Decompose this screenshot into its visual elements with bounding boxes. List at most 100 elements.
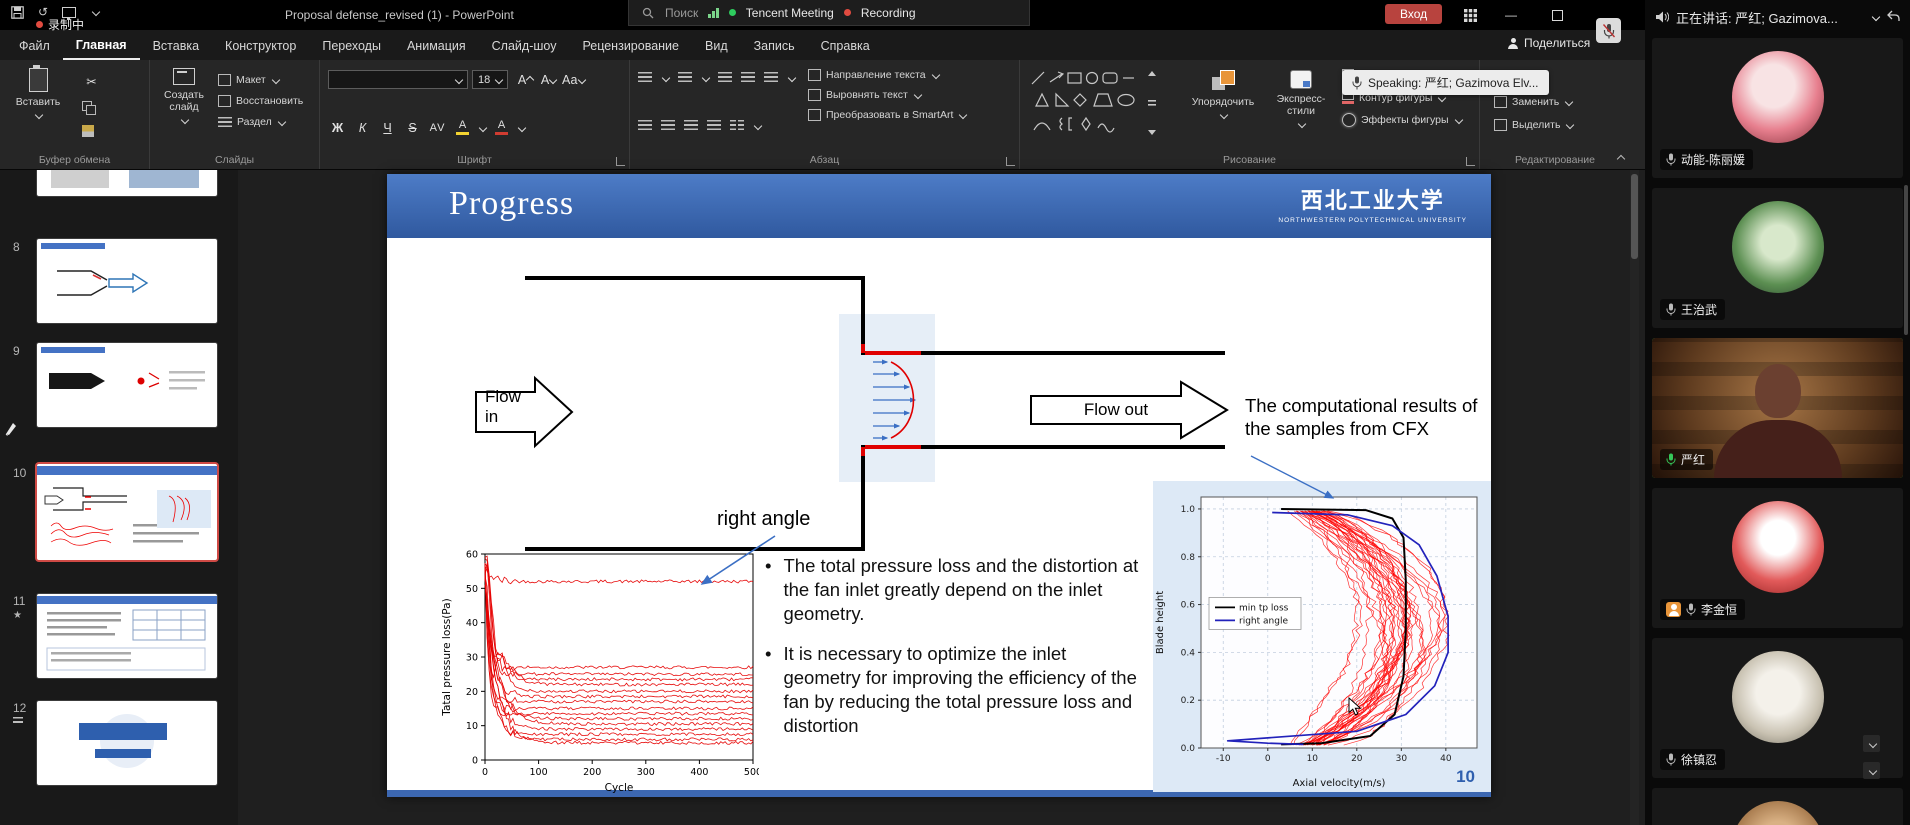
blade-profile-chart-panel[interactable]: -100102030400.00.20.40.60.81.0Axial velo… xyxy=(1153,481,1491,792)
shrink-font-button[interactable]: А xyxy=(539,70,558,89)
slide-thumbnail-10-selected[interactable] xyxy=(37,464,217,560)
minimize-button[interactable]: — xyxy=(1496,6,1526,24)
decrease-indent-icon[interactable] xyxy=(718,72,732,83)
bullets-icon[interactable] xyxy=(638,72,652,83)
tab-insert[interactable]: Вставка xyxy=(140,32,212,60)
tab-review[interactable]: Рецензирование xyxy=(569,32,692,60)
align-text-button[interactable]: Выровнять текст xyxy=(808,89,966,101)
replace-button[interactable]: Заменить xyxy=(1494,96,1573,108)
format-painter-icon[interactable] xyxy=(82,125,94,137)
italic-button[interactable]: К xyxy=(353,118,372,137)
font-size-combo[interactable]: 18 xyxy=(472,70,508,89)
align-left-icon[interactable] xyxy=(638,120,652,131)
participant-tile-5[interactable]: 徐镇忍 xyxy=(1652,638,1903,778)
tab-slideshow[interactable]: Слайд-шоу xyxy=(479,32,570,60)
apps-grid-icon[interactable] xyxy=(1455,6,1485,24)
flow-out-label[interactable]: Flow out xyxy=(1051,400,1181,420)
collapse-ribbon-chevron-icon[interactable] xyxy=(1616,150,1624,164)
line-spacing-icon[interactable] xyxy=(764,72,778,83)
slide-thumbnail-7-partial[interactable] xyxy=(37,170,217,196)
svg-text:0: 0 xyxy=(472,756,478,767)
tab-home[interactable]: Главная xyxy=(63,32,140,60)
editor-scrollbar-thumb[interactable] xyxy=(1631,174,1638,259)
strikethrough-button[interactable]: S xyxy=(403,118,422,137)
text-direction-button[interactable]: Направление текста xyxy=(808,69,966,81)
participant-tile-4[interactable]: 李金恒 xyxy=(1652,488,1903,628)
slide-thumbnail-8[interactable] xyxy=(37,239,217,323)
copy-icon[interactable] xyxy=(82,101,96,115)
slide-thumbnail-11[interactable] xyxy=(37,594,217,678)
tab-animations[interactable]: Анимация xyxy=(394,32,479,60)
mic-muted-icon[interactable] xyxy=(1596,18,1621,43)
avatar xyxy=(1732,51,1824,143)
participant-tile-6-partial[interactable] xyxy=(1652,788,1903,825)
share-button[interactable]: Поделиться xyxy=(1508,36,1590,50)
cut-icon[interactable]: ✂ xyxy=(82,72,101,91)
new-slide-button[interactable]: Создать слайд xyxy=(156,68,212,123)
slide-thumbnail-9[interactable] xyxy=(37,343,217,427)
change-case-button[interactable]: Аа xyxy=(562,70,585,89)
panel-scrollbar-thumb[interactable] xyxy=(1904,185,1908,335)
right-angle-label[interactable]: right angle xyxy=(717,508,810,531)
mic-icon xyxy=(1666,753,1676,766)
reset-button[interactable]: Восстановить xyxy=(218,95,303,107)
scroll-down-chevron-icon[interactable] xyxy=(1863,762,1880,779)
meeting-status-dot-icon xyxy=(729,9,736,16)
bold-button[interactable]: Ж xyxy=(328,118,347,137)
slide-title[interactable]: Progress xyxy=(449,185,574,223)
align-right-icon[interactable] xyxy=(684,120,698,131)
slide-thumbnail-12[interactable] xyxy=(37,701,217,785)
scroll-down-chevron-icon[interactable] xyxy=(1863,735,1880,752)
mic-icon xyxy=(1352,76,1362,90)
tab-record[interactable]: Запись xyxy=(741,32,808,60)
character-spacing-button[interactable]: AV xyxy=(428,118,447,137)
participant-tile-3-speaking[interactable]: 严红 xyxy=(1652,338,1903,478)
save-icon[interactable] xyxy=(10,5,24,19)
tab-help[interactable]: Справка xyxy=(808,32,883,60)
paste-button[interactable]: Вставить xyxy=(12,68,64,118)
svg-text:300: 300 xyxy=(637,767,655,778)
highlight-color-button[interactable]: А xyxy=(453,118,472,137)
grow-font-button[interactable]: А xyxy=(516,70,535,89)
tab-design[interactable]: Конструктор xyxy=(212,32,309,60)
meeting-recording-label[interactable]: Recording xyxy=(861,6,916,20)
columns-icon[interactable] xyxy=(730,120,744,131)
increase-indent-icon[interactable] xyxy=(741,72,755,83)
numbering-icon[interactable] xyxy=(678,72,692,83)
flow-in-label[interactable]: Flow in xyxy=(485,387,537,428)
search-label[interactable]: Поиск xyxy=(665,6,698,20)
underline-button[interactable]: Ч xyxy=(378,118,397,137)
arrange-button[interactable]: Упорядочить xyxy=(1186,70,1260,118)
recording-dot-icon xyxy=(36,21,43,28)
align-center-icon[interactable] xyxy=(661,120,675,131)
share-label: Поделиться xyxy=(1524,36,1590,50)
pressure-loss-convergence-chart[interactable]: 01002003004005000102030405060CycleTatal … xyxy=(439,546,759,796)
shapes-gallery[interactable] xyxy=(1028,68,1160,143)
search-icon[interactable] xyxy=(641,6,655,20)
quick-styles-button[interactable]: Экспресс-стили xyxy=(1268,70,1334,127)
login-button[interactable]: Вход xyxy=(1385,4,1442,24)
svg-text:400: 400 xyxy=(690,767,708,778)
university-logo-en: NORTHWESTERN POLYTECHNICAL UNIVERSITY xyxy=(1278,217,1467,224)
shape-effects-button[interactable]: Эффекты фигуры xyxy=(1342,113,1462,127)
justify-icon[interactable] xyxy=(707,120,721,131)
maximize-button[interactable] xyxy=(1542,6,1572,24)
tab-file[interactable]: Файл xyxy=(6,32,63,60)
cfx-note[interactable]: The computational results of the samples… xyxy=(1245,394,1497,440)
section-button[interactable]: Раздел xyxy=(218,116,303,128)
select-button[interactable]: Выделить xyxy=(1494,119,1573,131)
smartart-button[interactable]: Преобразовать в SmartArt xyxy=(808,109,966,121)
customize-toolbar-chevron-icon[interactable] xyxy=(88,5,102,19)
tab-transitions[interactable]: Переходы xyxy=(309,32,394,60)
collapse-panel-chevron-icon[interactable] xyxy=(1871,10,1879,25)
layout-button[interactable]: Макет xyxy=(218,74,303,86)
slide-canvas[interactable]: Progress 西北工业大学 NORTHWESTERN POLYTECHNIC… xyxy=(387,174,1491,797)
tab-view[interactable]: Вид xyxy=(692,32,741,60)
editor-scrollbar[interactable] xyxy=(1630,170,1639,825)
slide-bullets[interactable]: • The total pressure loss and the distor… xyxy=(765,554,1147,754)
font-color-button[interactable]: А xyxy=(492,118,511,137)
font-name-combo[interactable] xyxy=(328,70,468,89)
participant-tile-1[interactable]: 动能-陈丽媛 xyxy=(1652,38,1903,178)
participant-tile-2[interactable]: 王治武 xyxy=(1652,188,1903,328)
panel-back-arrow-icon[interactable] xyxy=(1886,10,1900,25)
